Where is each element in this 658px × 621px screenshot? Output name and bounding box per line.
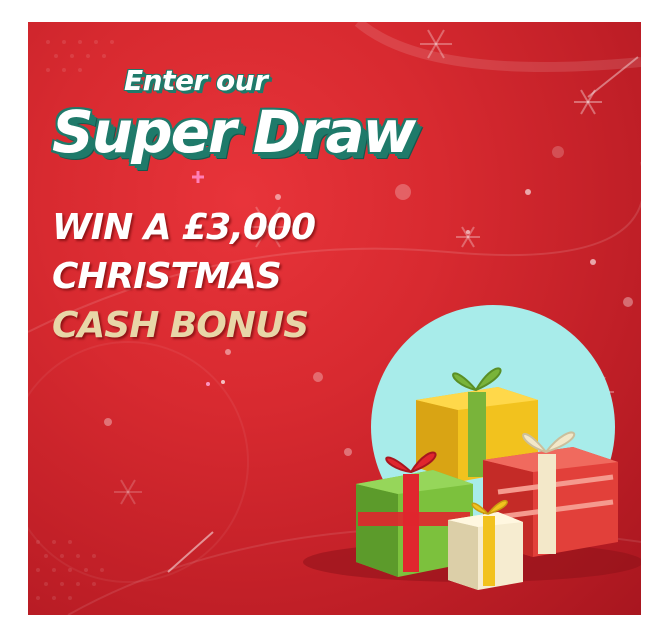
gift-illustration (303, 305, 641, 590)
super-draw-banner[interactable]: Enter our Super Draw WIN A £3,000 CHRIST… (28, 22, 641, 615)
